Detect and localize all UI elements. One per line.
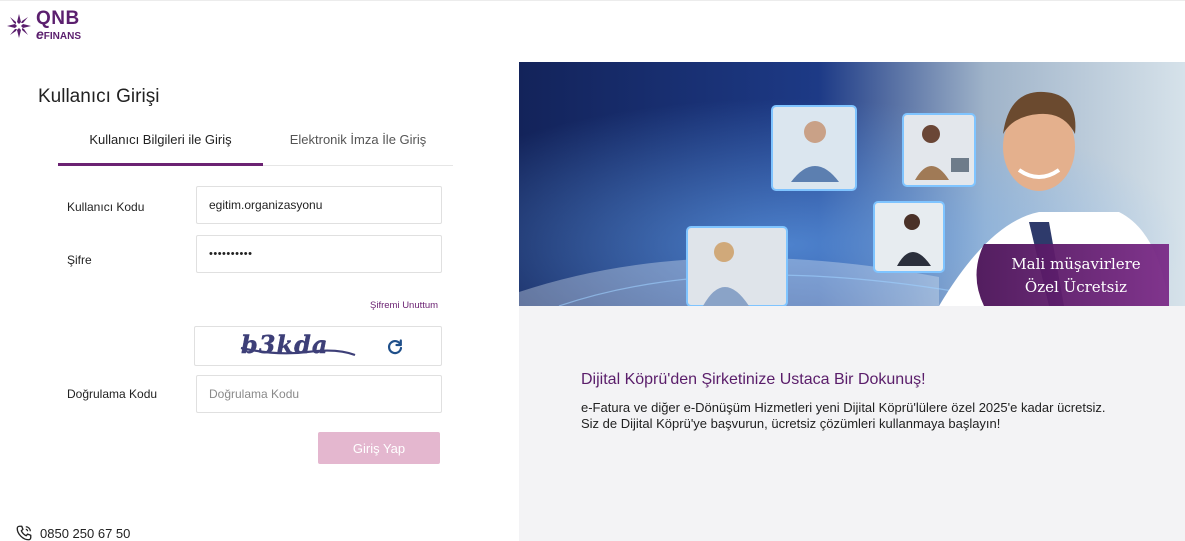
photo-tile-3 [873, 201, 945, 273]
captcha-text: b3kda [241, 331, 328, 359]
login-panel: Kullanıcı Girişi Kullanıcı Bilgileri ile… [0, 62, 519, 541]
logo-efinans-text: eFINANS [36, 27, 81, 42]
verification-code-input[interactable] [196, 375, 442, 413]
contact-phone: 0850 250 67 50 [15, 524, 130, 541]
logo-e-letter: e [36, 26, 44, 42]
promo-banner[interactable]: Mali müşavirlere Özel Ücretsiz [519, 62, 1185, 306]
username-input[interactable] [196, 186, 442, 224]
phone-number: 0850 250 67 50 [40, 525, 131, 541]
password-label: Şifre [67, 253, 92, 267]
top-bar: QNB eFINANS [0, 0, 1185, 62]
verification-label: Doğrulama Kodu [67, 387, 158, 401]
promo-line-1: e-Fatura ve diğer e-Dönüşüm Hizmetleri y… [581, 400, 1106, 415]
promo-description: e-Fatura ve diğer e-Dönüşüm Hizmetleri y… [581, 400, 1121, 432]
refresh-icon[interactable] [385, 337, 405, 357]
banner-caption-line1: Mali müşavirlere [1011, 255, 1140, 273]
banner-caption-line2: Özel Ücretsiz [1025, 278, 1127, 296]
login-tabs: Kullanıcı Bilgileri ile Giriş Elektronik… [58, 120, 453, 166]
tab-user-credentials[interactable]: Kullanıcı Bilgileri ile Giriş [58, 120, 263, 166]
qnb-logo-icon [7, 13, 31, 38]
photo-tile-1 [771, 105, 857, 191]
photo-tile-2 [902, 113, 976, 187]
login-title: Kullanıcı Girişi [38, 86, 160, 107]
banner-caption: Mali müşavirlere Özel Ücretsiz [976, 244, 1169, 306]
username-label: Kullanıcı Kodu [67, 200, 145, 214]
password-input[interactable] [196, 235, 442, 273]
login-button[interactable]: Giriş Yap [318, 432, 440, 464]
promo-line-2: Siz de Dijital Köprü'ye başvurun, ücrets… [581, 416, 1001, 431]
promo-panel: Mali müşavirlere Özel Ücretsiz Dijital K… [519, 62, 1185, 541]
captcha-box: b3kda [194, 326, 442, 366]
phone-icon [16, 525, 32, 541]
photo-tile-4 [686, 226, 788, 306]
forgot-password-link[interactable]: Şifremi Unuttum [370, 300, 438, 311]
promo-title: Dijital Köprü'den Şirketinize Ustaca Bir… [581, 371, 926, 388]
qnb-efinans-logo[interactable]: QNB eFINANS [5, 9, 81, 42]
captcha-image: b3kda [240, 331, 356, 359]
logo-finans-letters: FINANS [43, 31, 82, 42]
banner-illustration: Mali müşavirlere Özel Ücretsiz [519, 62, 1185, 306]
tab-electronic-signature[interactable]: Elektronik İmza İle Giriş [273, 120, 443, 166]
